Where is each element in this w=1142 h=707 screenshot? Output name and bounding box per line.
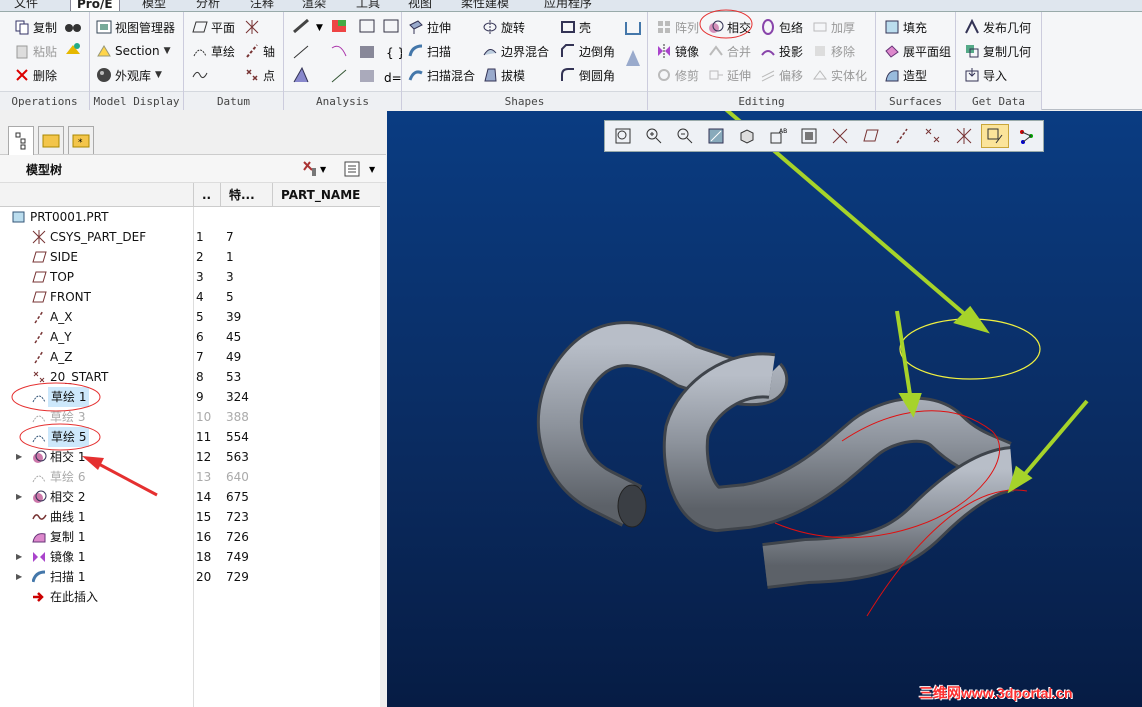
axis-display-button[interactable]: [888, 124, 916, 148]
svg-text:AB: AB: [779, 128, 787, 135]
point-display-icon: [925, 128, 940, 143]
plane-display-button[interactable]: [857, 124, 885, 148]
datum-display-button[interactable]: [826, 124, 854, 148]
view-manager-icon: [801, 128, 817, 144]
zoom-out-button[interactable]: [671, 124, 699, 148]
plane-display-icon: [863, 129, 879, 142]
saved-orientations-button[interactable]: AB: [764, 124, 792, 148]
annotation-display-icon: [987, 128, 1003, 144]
zoom-in-button[interactable]: [640, 124, 668, 148]
point-display-button[interactable]: [919, 124, 947, 148]
display-style-button[interactable]: [733, 124, 761, 148]
datum-display-icon: [832, 128, 848, 144]
orientation-icon: AB: [770, 128, 787, 144]
axis-display-icon: [896, 128, 908, 144]
view-manager-button-2[interactable]: [795, 124, 823, 148]
refit-icon: [615, 128, 631, 144]
view-toolbar: AB: [604, 120, 1044, 152]
cube-icon: [740, 129, 754, 144]
zoom-out-icon: [677, 128, 693, 144]
spin-center-button[interactable]: [1012, 124, 1040, 148]
zoom-in-icon: [646, 128, 662, 144]
annotation-display-button[interactable]: [981, 124, 1009, 148]
csys-display-button[interactable]: [950, 124, 978, 148]
watermark: 三维网www.3dportal.cn: [919, 685, 1073, 701]
red-annotation-overlay: [11, 9, 753, 497]
repaint-button[interactable]: [702, 124, 730, 148]
spin-center-icon: [1020, 130, 1033, 144]
csys-display-icon: [956, 128, 972, 144]
refit-button[interactable]: [609, 124, 637, 148]
repaint-icon: [708, 128, 724, 144]
proe-window: 文件 Pro/E 模型 分析 注释 渲染 工具 视图 柔性建模 应用程序 复制 …: [0, 0, 1142, 707]
